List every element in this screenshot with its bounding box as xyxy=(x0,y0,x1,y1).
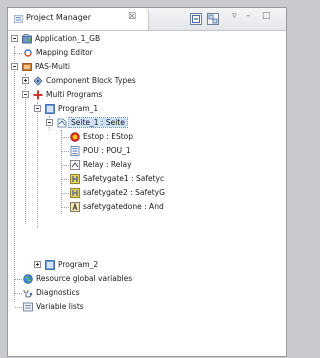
multi-programs-icon xyxy=(33,90,43,100)
collapse-icon[interactable] xyxy=(22,91,29,98)
tree-item-label: safetygatedone : And xyxy=(83,202,164,211)
tree-item-label: Diagnostics xyxy=(36,288,80,297)
tree-item-label: Multi Programs xyxy=(46,90,103,99)
tree-item-label: Application_1_GB xyxy=(35,34,101,43)
tree-item-label: Program_2 xyxy=(58,260,99,269)
maximize-icon[interactable]: □ xyxy=(262,11,271,21)
tree-item-label: Program_1 xyxy=(58,104,99,113)
link-editor-icon[interactable] xyxy=(207,13,219,25)
tree-item-seite-1[interactable]: Seite_1 : Seite xyxy=(8,116,286,130)
variable-lists-icon xyxy=(23,302,33,312)
tree-item-safetygate1[interactable]: Safetygate1 : Safetyc xyxy=(8,172,286,186)
relay-icon xyxy=(70,160,80,170)
mapping-editor-icon xyxy=(24,49,32,57)
tree-item-label: safetygate2 : SafetyG xyxy=(83,188,165,197)
expand-icon[interactable] xyxy=(34,261,41,268)
tree-item-resource-global-variables[interactable]: Resource global variables xyxy=(8,272,286,286)
page-icon xyxy=(57,118,67,128)
collapse-icon[interactable] xyxy=(34,105,41,112)
tree-item-variable-lists[interactable]: Variable lists xyxy=(8,300,286,314)
tree-item-relay[interactable]: Relay : Relay xyxy=(8,158,286,172)
pou-icon xyxy=(70,146,80,156)
tree-item-label: Variable lists xyxy=(36,302,84,311)
tree-item-mapping-editor[interactable]: Mapping Editor xyxy=(8,46,286,60)
program-icon xyxy=(45,104,55,114)
tree-item-label: Component Block Types xyxy=(46,76,136,85)
collapse-all-icon[interactable] xyxy=(190,13,202,25)
tree-item-pas-multi[interactable]: PAS-Multi xyxy=(8,60,286,74)
project-manager-panel: Project Manager ☒ ▿ – □ Application_1_GB… xyxy=(7,7,287,357)
tree-item-program-1[interactable]: Program_1 xyxy=(8,102,286,116)
tree-item-label: Estop : EStop xyxy=(83,132,134,141)
tree-item-application[interactable]: Application_1_GB xyxy=(8,32,286,46)
panel-title: Project Manager xyxy=(26,13,91,22)
tree-item-label: Seite_1 : Seite xyxy=(68,117,128,128)
tree-item-safetygatedone[interactable]: safetygatedone : And xyxy=(8,200,286,214)
project-tree: Application_1_GB Mapping Editor PAS-Mult… xyxy=(8,32,286,356)
tree-item-label: Mapping Editor xyxy=(36,48,93,57)
tree-item-label: Resource global variables xyxy=(36,274,133,283)
tree-item-program-2[interactable]: Program_2 xyxy=(8,258,286,272)
safetygate-icon xyxy=(70,174,80,184)
globe-icon xyxy=(23,274,33,284)
tree-item-label: PAS-Multi xyxy=(35,62,70,71)
view-menu-icon[interactable]: ▿ xyxy=(232,11,237,21)
tree-item-component-block-types[interactable]: Component Block Types xyxy=(8,74,286,88)
collapse-icon[interactable] xyxy=(11,35,18,42)
tree-item-label: Safetygate1 : Safetyc xyxy=(83,174,165,183)
close-icon[interactable]: ☒ xyxy=(128,12,136,22)
and-block-icon xyxy=(70,202,80,212)
diagnostics-icon xyxy=(23,289,33,298)
estop-icon xyxy=(70,132,80,142)
collapse-icon[interactable] xyxy=(46,119,53,126)
safetygate-icon xyxy=(70,188,80,198)
tree-item-label: Relay : Relay xyxy=(83,160,132,169)
panel-header: Project Manager ☒ ▿ – □ xyxy=(8,8,286,31)
application-icon xyxy=(22,34,32,44)
project-manager-icon xyxy=(14,15,23,23)
collapse-icon[interactable] xyxy=(11,63,18,70)
pas-multi-icon xyxy=(22,63,32,71)
tree-item-diagnostics[interactable]: Diagnostics xyxy=(8,286,286,300)
project-manager-tab[interactable]: Project Manager ☒ xyxy=(8,8,149,30)
tree-item-multi-programs[interactable]: Multi Programs xyxy=(8,88,286,102)
program-icon xyxy=(45,260,55,270)
tree-item-safetygate2[interactable]: safetygate2 : SafetyG xyxy=(8,186,286,200)
tree-item-pou[interactable]: POU : POU_1 xyxy=(8,144,286,158)
tree-item-estop[interactable]: Estop : EStop xyxy=(8,130,286,144)
tree-item-label: POU : POU_1 xyxy=(83,146,131,155)
expand-icon[interactable] xyxy=(22,77,29,84)
component-block-types-icon xyxy=(33,76,43,86)
minimize-icon[interactable]: – xyxy=(246,11,251,21)
